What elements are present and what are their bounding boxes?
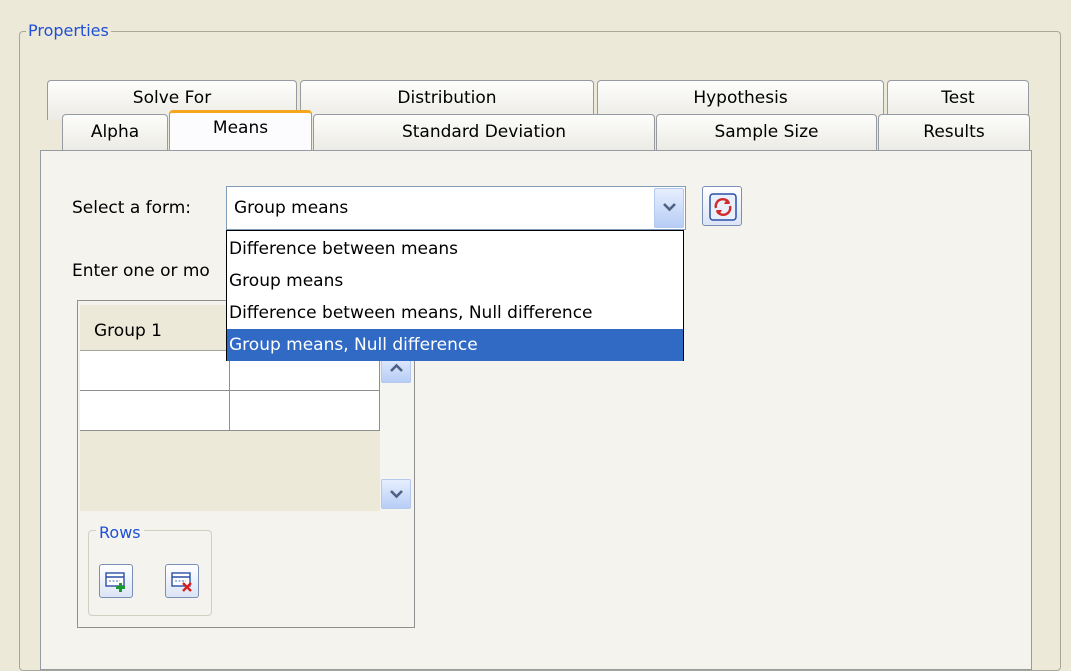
select-form-label: Select a form: <box>72 198 192 218</box>
grid-cell[interactable] <box>230 391 380 431</box>
chevron-up-icon <box>390 363 403 372</box>
add-row-icon <box>105 572 125 592</box>
grid-header-group-1: Group 1 <box>80 311 230 351</box>
form-select-value: Group means <box>234 198 349 218</box>
scroll-down-button[interactable] <box>381 479 411 509</box>
delete-row-icon <box>171 572 192 592</box>
tab-means[interactable]: Means <box>169 110 312 150</box>
chevron-down-icon <box>390 490 403 499</box>
option-difference-between-means[interactable]: Difference between means <box>227 233 683 265</box>
properties-title: Properties <box>26 20 111 42</box>
form-select-button[interactable] <box>654 188 684 228</box>
delete-row-button[interactable] <box>165 564 199 598</box>
grid-cell[interactable] <box>80 391 230 431</box>
enter-values-label: Enter one or mo <box>72 261 210 281</box>
tab-standard-deviation[interactable]: Standard Deviation <box>313 114 655 150</box>
tab-results[interactable]: Results <box>878 114 1030 150</box>
refresh-button[interactable] <box>702 186 742 226</box>
tab-alpha[interactable]: Alpha <box>62 114 168 150</box>
refresh-icon <box>709 193 737 221</box>
form-select[interactable]: Group means <box>226 186 686 230</box>
option-difference-null[interactable]: Difference between means, Null differenc… <box>227 297 683 329</box>
chevron-down-icon <box>663 203 676 212</box>
option-group-means-null[interactable]: Group means, Null difference <box>227 329 683 361</box>
tab-sample-size[interactable]: Sample Size <box>656 114 877 150</box>
option-group-means[interactable]: Group means <box>227 265 683 297</box>
add-row-button[interactable] <box>99 564 133 598</box>
form-dropdown-list: Difference between means Group means Dif… <box>226 230 684 361</box>
rows-title: Rows <box>96 522 144 544</box>
grid-cell[interactable] <box>80 351 230 391</box>
